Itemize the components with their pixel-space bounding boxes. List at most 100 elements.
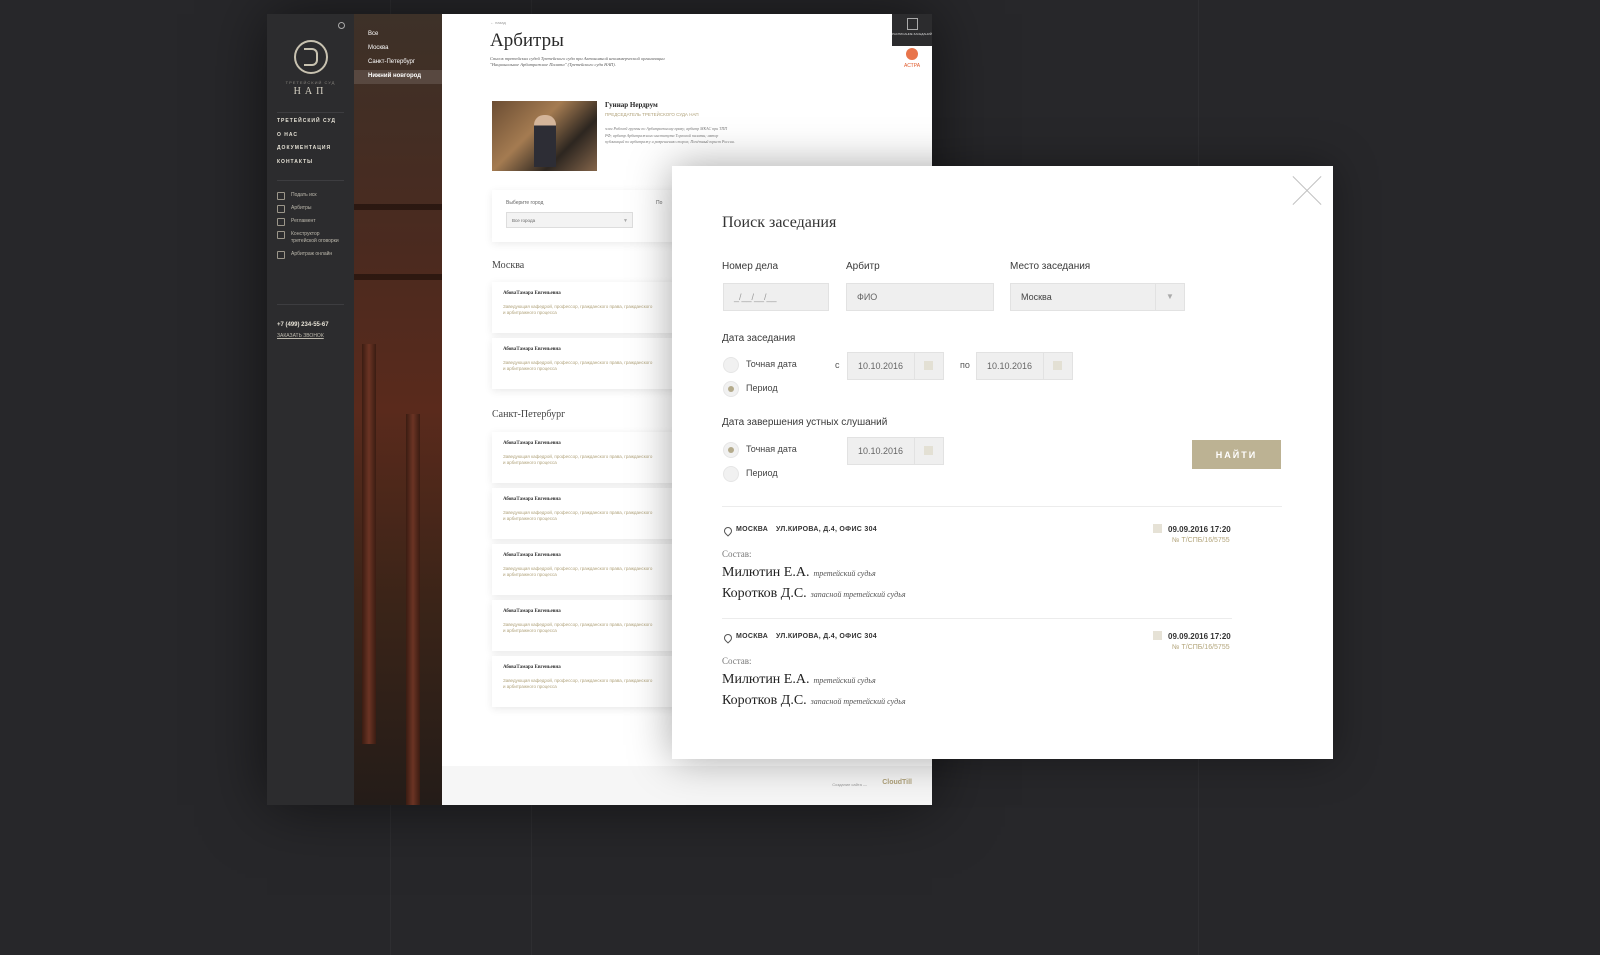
case-number-input[interactable]: _/__/__/__ <box>723 283 829 311</box>
logo[interactable] <box>294 40 328 74</box>
filter-label: Выберите город <box>506 200 544 206</box>
astra-label: АСТРА <box>903 63 921 69</box>
arbiter-name: АбоваТамара Евгеньевна <box>503 497 561 502</box>
calendar-icon[interactable] <box>914 353 943 379</box>
find-button[interactable]: НАЙТИ <box>1192 440 1281 469</box>
city-filter-all[interactable]: Все <box>354 28 442 42</box>
hearing-exact-radio[interactable] <box>723 442 739 458</box>
member-name: Милютин Е.А. <box>722 565 810 580</box>
search-modal: Поиск заседания Номер дела _/__/__/__ Ар… <box>672 166 1333 759</box>
arbiter-desc: Заведующая кафедрой, профессор, гражданс… <box>503 510 653 521</box>
tool-clause-builder[interactable]: Конструктор третейской оговорки <box>277 231 341 245</box>
result-case-number[interactable]: № Т/СПБ/16/5755 <box>1172 537 1230 544</box>
exact-date-radio[interactable] <box>723 357 739 373</box>
tools-menu: Подать иск Арбитры Регламент Конструктор… <box>277 192 341 264</box>
result-city: МОСКВА <box>736 526 769 533</box>
tool-label: Регламент <box>291 218 316 224</box>
tool-file-claim[interactable]: Подать иск <box>277 192 341 200</box>
city-filter: Все Москва Санкт-Петербург Нижний новгор… <box>354 28 442 84</box>
scales-icon <box>277 218 285 226</box>
modal-title: Поиск заседания <box>722 214 837 231</box>
hearing-date-input[interactable]: 10.10.2016 <box>847 437 944 465</box>
courtroom-photo <box>354 14 442 805</box>
sliders-icon <box>277 231 285 239</box>
calendar-icon <box>906 18 918 30</box>
tool-rules[interactable]: Регламент <box>277 218 341 226</box>
people-icon <box>277 205 285 213</box>
chevron-down-icon: ▼ <box>623 218 628 224</box>
arbiter-label: Арбитр <box>846 261 880 272</box>
footer-brand[interactable]: CloudTill <box>882 779 912 786</box>
hearing-period-radio[interactable] <box>723 466 739 482</box>
breadcrumb[interactable]: ← назад <box>490 20 506 25</box>
city-filter-spb[interactable]: Санкт-Петербург <box>354 56 442 70</box>
composition-label: Состав: <box>722 656 752 666</box>
date-from-value: 10.10.2016 <box>858 361 904 371</box>
arbiter-name: АбоваТамара Евгеньевна <box>503 441 561 446</box>
chief-name[interactable]: Гуннар Нердрум <box>605 101 658 109</box>
date-to-input[interactable]: 10.10.2016 <box>976 352 1073 380</box>
location-pin-icon <box>722 525 734 537</box>
city-filter-moscow[interactable]: Москва <box>354 42 442 56</box>
nav-item-contacts[interactable]: КОНТАКТЫ <box>277 159 336 173</box>
chevron-down-icon: ▼ <box>1155 284 1184 310</box>
pen-icon <box>277 192 285 200</box>
astra-icon <box>906 48 918 60</box>
divider <box>722 506 1282 507</box>
schedule-label: РАСПИСАНИЕ ЗАСЕДАНИЙ <box>892 32 932 36</box>
result-case-number[interactable]: № Т/СПБ/16/5755 <box>1172 644 1230 651</box>
nav-item-docs[interactable]: ДОКУМЕНТАЦИЯ <box>277 145 336 159</box>
city-select[interactable]: Все города ▼ <box>506 212 633 228</box>
member-name: Милютин Е.А. <box>722 672 810 687</box>
member-role: третейский судья <box>813 569 876 578</box>
search-icon[interactable] <box>338 22 345 29</box>
astra-button[interactable]: АСТРА <box>892 48 932 69</box>
tool-label: Арбитры <box>291 205 312 211</box>
phone-number[interactable]: +7 (499) 234-55-67 <box>277 322 329 328</box>
nav-item-about[interactable]: О НАС <box>277 132 336 146</box>
city-filter-nn[interactable]: Нижний новгород <box>354 70 442 84</box>
panel-member: Милютин Е.А. третейский судья <box>722 672 876 688</box>
hearing-period-label: Период <box>746 468 778 478</box>
arbiter-desc: Заведующая кафедрой, профессор, гражданс… <box>503 566 653 577</box>
result-city: МОСКВА <box>736 633 769 640</box>
exact-date-label: Точная дата <box>746 359 797 369</box>
tool-label: Подать иск <box>291 192 317 198</box>
calendar-icon[interactable] <box>914 438 943 464</box>
member-name: Коротков Д.С. <box>722 586 807 601</box>
page-description: Список третейских судей Третейского суда… <box>490 56 665 67</box>
sidebar: ТРЕТЕЙСКИЙ СУД НАП ТРЕТЕЙСКИЙ СУД О НАС … <box>267 14 354 805</box>
session-date-label: Дата заседания <box>722 333 796 344</box>
tool-arbiters[interactable]: Арбитры <box>277 205 341 213</box>
place-select[interactable]: Москва ▼ <box>1010 283 1185 311</box>
place-value: Москва <box>1021 292 1052 302</box>
arbiter-desc: Заведующая кафедрой, профессор, гражданс… <box>503 622 653 633</box>
callback-link[interactable]: ЗАКАЗАТЬ ЗВОНОК <box>277 333 324 339</box>
hearing-end-label: Дата завершения устных слушаний <box>722 417 888 428</box>
calendar-icon <box>1153 631 1162 640</box>
arbiter-placeholder: ФИО <box>857 292 878 302</box>
close-icon[interactable] <box>1292 175 1322 205</box>
schedule-button[interactable]: РАСПИСАНИЕ ЗАСЕДАНИЙ <box>892 14 932 46</box>
arbiter-desc: Заведующая кафедрой, профессор, гражданс… <box>503 454 653 465</box>
tool-label: Конструктор третейской оговорки <box>291 231 339 244</box>
arbiter-desc: Заведующая кафедрой, профессор, гражданс… <box>503 360 653 371</box>
site-footer: Создание сайта — CloudTill <box>442 766 932 805</box>
arbiter-input[interactable]: ФИО <box>846 283 994 311</box>
tool-online-arbitration[interactable]: Арбитраж онлайн <box>277 251 341 259</box>
case-number-label: Номер дела <box>722 261 779 272</box>
logo-subtitle: ТРЕТЕЙСКИЙ СУД <box>285 80 336 85</box>
member-role: запасной третейский судья <box>810 590 906 599</box>
calendar-icon[interactable] <box>1043 353 1072 379</box>
panel-member: Коротков Д.С. запасной третейский судья <box>722 586 906 602</box>
hearing-exact-label: Точная дата <box>746 444 797 454</box>
nav-item-court[interactable]: ТРЕТЕЙСКИЙ СУД <box>277 118 336 132</box>
from-label: с <box>835 360 840 370</box>
chief-photo <box>492 101 597 171</box>
globe-icon <box>277 251 285 259</box>
result-datetime: 09.09.2016 17:20 <box>1168 632 1231 641</box>
date-from-input[interactable]: 10.10.2016 <box>847 352 944 380</box>
period-radio[interactable] <box>723 381 739 397</box>
arbiter-desc: Заведующая кафедрой, профессор, гражданс… <box>503 678 653 689</box>
arbiter-name: АбоваТамара Евгеньевна <box>503 347 561 352</box>
